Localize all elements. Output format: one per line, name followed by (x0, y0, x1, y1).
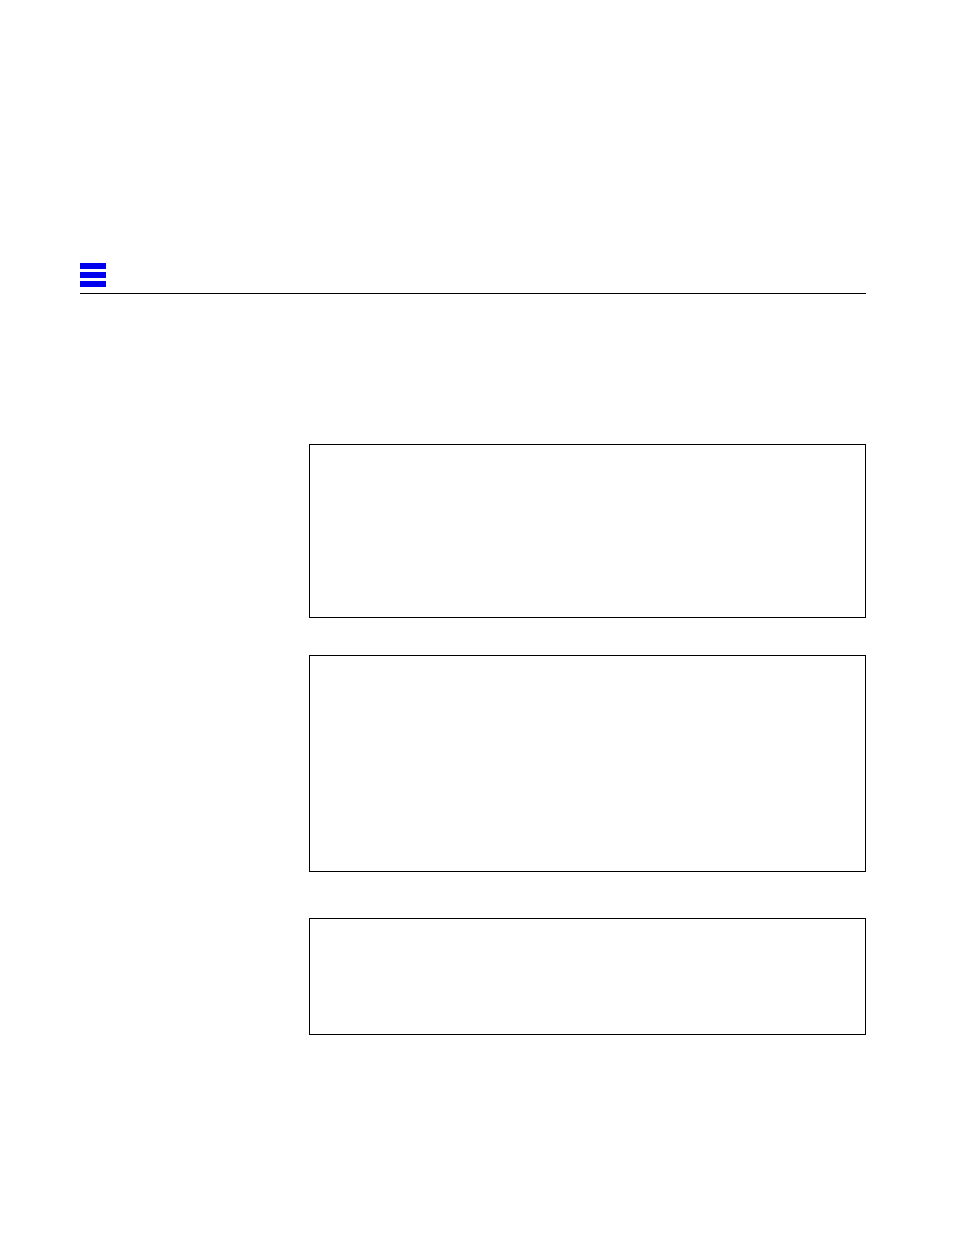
document-page (0, 0, 954, 1235)
placeholder-box-1 (309, 444, 866, 618)
hamburger-icon (80, 263, 106, 287)
header-divider (80, 293, 866, 294)
placeholder-box-2 (309, 655, 866, 872)
placeholder-box-3 (309, 918, 866, 1035)
